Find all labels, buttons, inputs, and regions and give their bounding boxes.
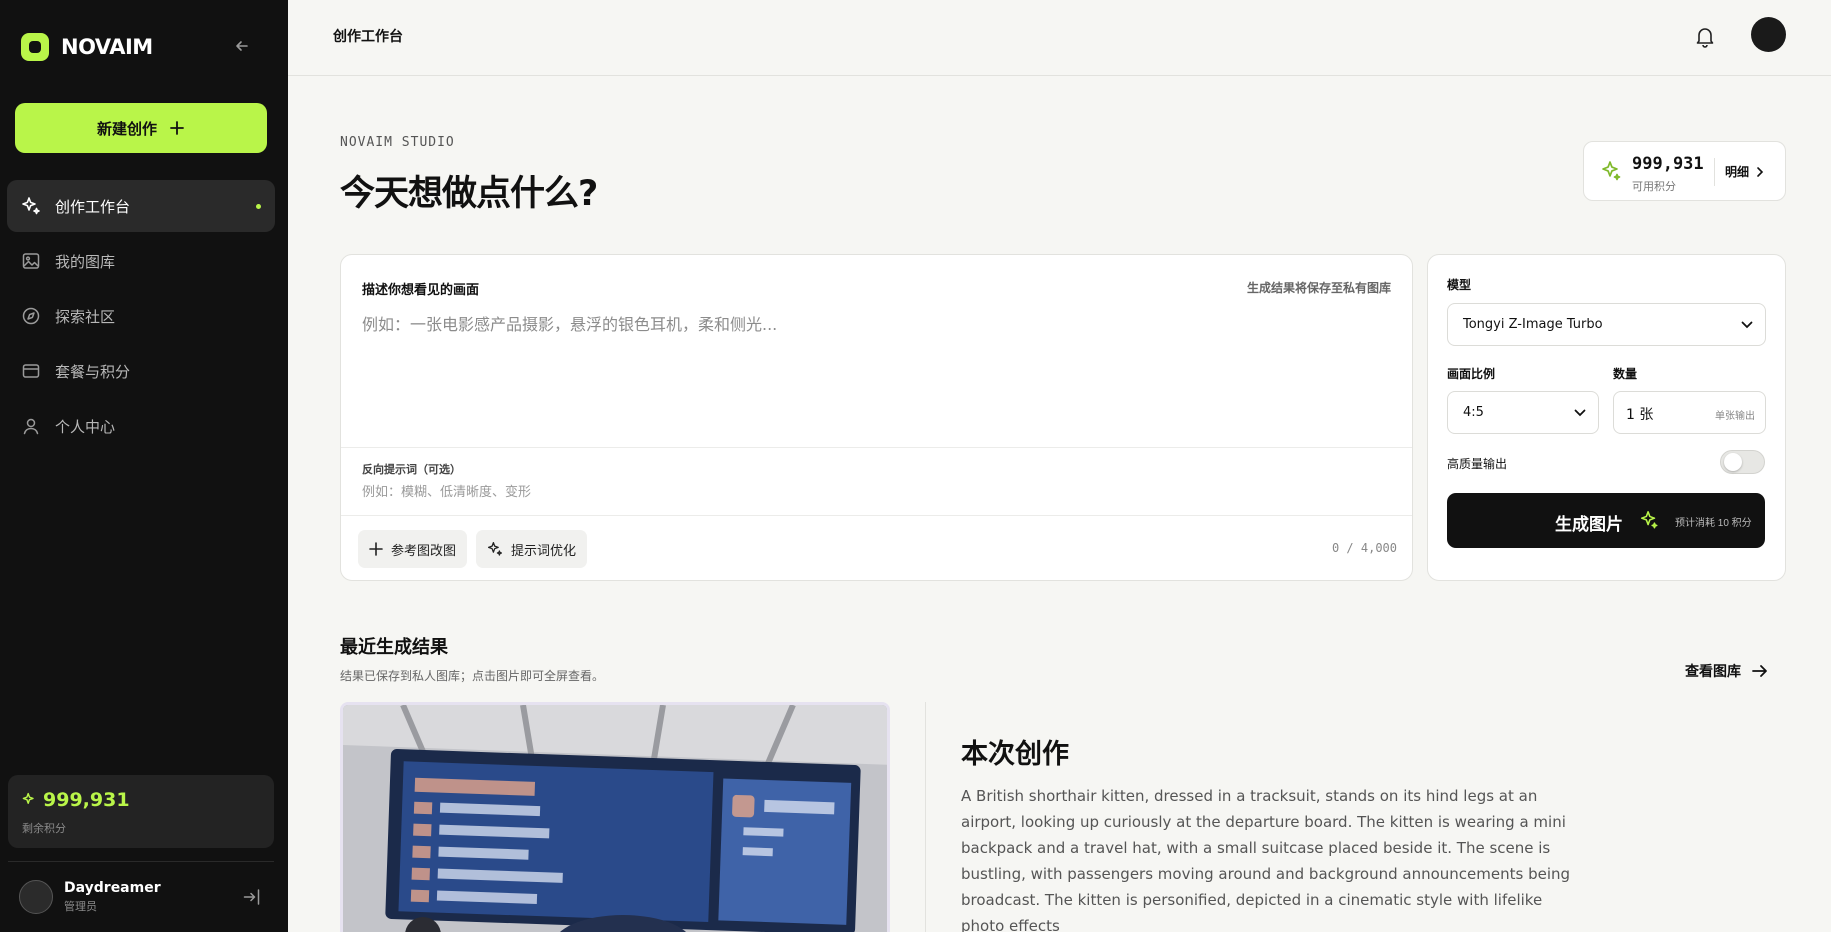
generate-cost: 预计消耗 10 积分 — [1675, 518, 1752, 529]
divider — [8, 861, 274, 862]
sidebar-item-workbench[interactable]: 创作工作台 — [7, 180, 275, 232]
image-icon — [22, 253, 40, 269]
chevron-down-icon — [1741, 321, 1753, 328]
points-label: 剩余积分 — [22, 822, 66, 835]
settings-card: 模型 Tongyi Z-Image Turbo 画面比例 4:5 数量 1 张 … — [1427, 254, 1786, 581]
model-label: 模型 — [1447, 278, 1472, 292]
quantity-hint: 单张输出 — [1715, 411, 1755, 422]
ratio-value: 4:5 — [1463, 405, 1484, 420]
quantity-field[interactable]: 1 张 单张输出 — [1613, 391, 1766, 434]
headline: 今天想做点什么? — [340, 174, 598, 214]
result-image-graphic — [343, 705, 887, 932]
sidebar: NOVAIM 新建创作 创作工作台 我的图库 探索社区 套餐与积分 个人中心 9… — [0, 0, 288, 932]
plus-icon — [170, 121, 184, 135]
main-content: 创作工作台 NOVAIM STUDIO 今天想做点什么? 999,931 可用积… — [288, 0, 1831, 932]
arrow-left-icon[interactable] — [232, 36, 252, 56]
sparkle-icon — [22, 197, 40, 215]
result-description: A British shorthair kitten, dressed in a… — [961, 787, 1571, 932]
prompt-input[interactable] — [362, 311, 1392, 431]
model-select[interactable]: Tongyi Z-Image Turbo — [1447, 303, 1766, 346]
hq-toggle[interactable] — [1720, 450, 1765, 474]
points-card: 999,931 剩余积分 — [8, 775, 274, 848]
hq-label: 高质量输出 — [1447, 457, 1508, 471]
model-value: Tongyi Z-Image Turbo — [1463, 317, 1603, 332]
bell-icon[interactable] — [1694, 24, 1716, 48]
quantity-value: 1 张 — [1626, 407, 1654, 423]
sidebar-item-label: 个人中心 — [55, 417, 116, 436]
chevron-right-icon — [1757, 166, 1764, 177]
divider — [1714, 158, 1715, 186]
sparkle-icon — [22, 792, 34, 804]
new-creation-button[interactable]: 新建创作 — [15, 103, 267, 153]
sidebar-nav: 创作工作台 我的图库 探索社区 套餐与积分 个人中心 — [7, 180, 275, 455]
sidebar-item-gallery[interactable]: 我的图库 — [7, 235, 275, 287]
sparkle-icon — [1602, 161, 1621, 181]
sparkle-icon — [1640, 511, 1658, 529]
card-icon — [22, 364, 40, 378]
negative-prompt-input[interactable] — [362, 481, 1362, 503]
avatar — [19, 880, 53, 914]
recent-subtitle: 结果已保存到私人图库；点击图片即可全屏查看。 — [340, 669, 605, 683]
page-title: 创作工作台 — [333, 29, 403, 45]
sidebar-item-label: 创作工作台 — [55, 197, 131, 216]
credits-value: 999,931 — [1632, 154, 1704, 174]
user-name: Daydreamer — [64, 880, 161, 896]
char-counter: 0 / 4,000 — [1331, 541, 1397, 555]
user-role: 管理员 — [64, 900, 97, 913]
sparkle-icon — [487, 541, 503, 556]
sidebar-item-label: 套餐与积分 — [55, 362, 131, 381]
active-indicator — [256, 204, 261, 209]
sidebar-item-label: 我的图库 — [55, 252, 116, 271]
new-creation-label: 新建创作 — [96, 120, 157, 138]
prompt-card: 描述你想看见的画面 生成结果将保存至私有图库 反向提示词（可选） 参考图改图 提… — [340, 254, 1413, 581]
negative-prompt-label: 反向提示词（可选） — [362, 463, 461, 476]
generate-label: 生成图片 — [1555, 515, 1623, 534]
reference-image-label: 参考图改图 — [391, 542, 457, 558]
credits-detail-link[interactable]: 明细 — [1725, 163, 1765, 180]
logout-icon[interactable] — [242, 887, 262, 907]
brand-name: NOVAIM — [61, 35, 153, 59]
chevron-down-icon — [1574, 409, 1586, 416]
prompt-note: 生成结果将保存至私有图库 — [1246, 281, 1391, 295]
sidebar-item-label: 探索社区 — [55, 307, 116, 326]
user-icon — [23, 418, 39, 435]
sidebar-item-plans[interactable]: 套餐与积分 — [7, 345, 275, 397]
plus-icon — [369, 542, 383, 556]
recent-title: 最近生成结果 — [340, 637, 448, 658]
topbar: 创作工作台 — [288, 0, 1831, 76]
reference-image-button[interactable]: 参考图改图 — [358, 530, 468, 568]
generate-button[interactable]: 生成图片 预计消耗 10 积分 — [1447, 493, 1765, 548]
arrow-right-icon — [1752, 665, 1767, 677]
ratio-select[interactable]: 4:5 — [1447, 391, 1599, 434]
result-title: 本次创作 — [961, 739, 1069, 770]
avatar[interactable] — [1751, 17, 1786, 52]
ratio-label: 画面比例 — [1447, 367, 1496, 381]
negative-prompt-area: 反向提示词（可选） — [341, 447, 1412, 516]
user-profile[interactable]: Daydreamer 管理员 — [19, 880, 161, 914]
sidebar-item-profile[interactable]: 个人中心 — [7, 400, 275, 452]
divider — [925, 702, 926, 932]
compass-icon — [22, 307, 40, 325]
brand-logo[interactable]: NOVAIM — [21, 33, 153, 61]
sidebar-item-explore[interactable]: 探索社区 — [7, 290, 275, 342]
prompt-label: 描述你想看见的画面 — [362, 283, 480, 298]
view-gallery-label: 查看图库 — [1685, 664, 1741, 680]
view-gallery-link[interactable]: 查看图库 — [1685, 661, 1769, 681]
result-image[interactable] — [340, 702, 890, 932]
logo-icon — [21, 33, 49, 61]
quantity-label: 数量 — [1613, 367, 1638, 381]
credits-card: 999,931 可用积分 明细 — [1583, 141, 1786, 201]
credits-label: 可用积分 — [1632, 180, 1676, 193]
optimize-prompt-button[interactable]: 提示词优化 — [476, 530, 588, 568]
points-value: 999,931 — [43, 789, 130, 811]
studio-eyebrow: NOVAIM STUDIO — [340, 135, 455, 150]
optimize-prompt-label: 提示词优化 — [511, 542, 577, 558]
credits-detail-label: 明细 — [1725, 165, 1750, 179]
